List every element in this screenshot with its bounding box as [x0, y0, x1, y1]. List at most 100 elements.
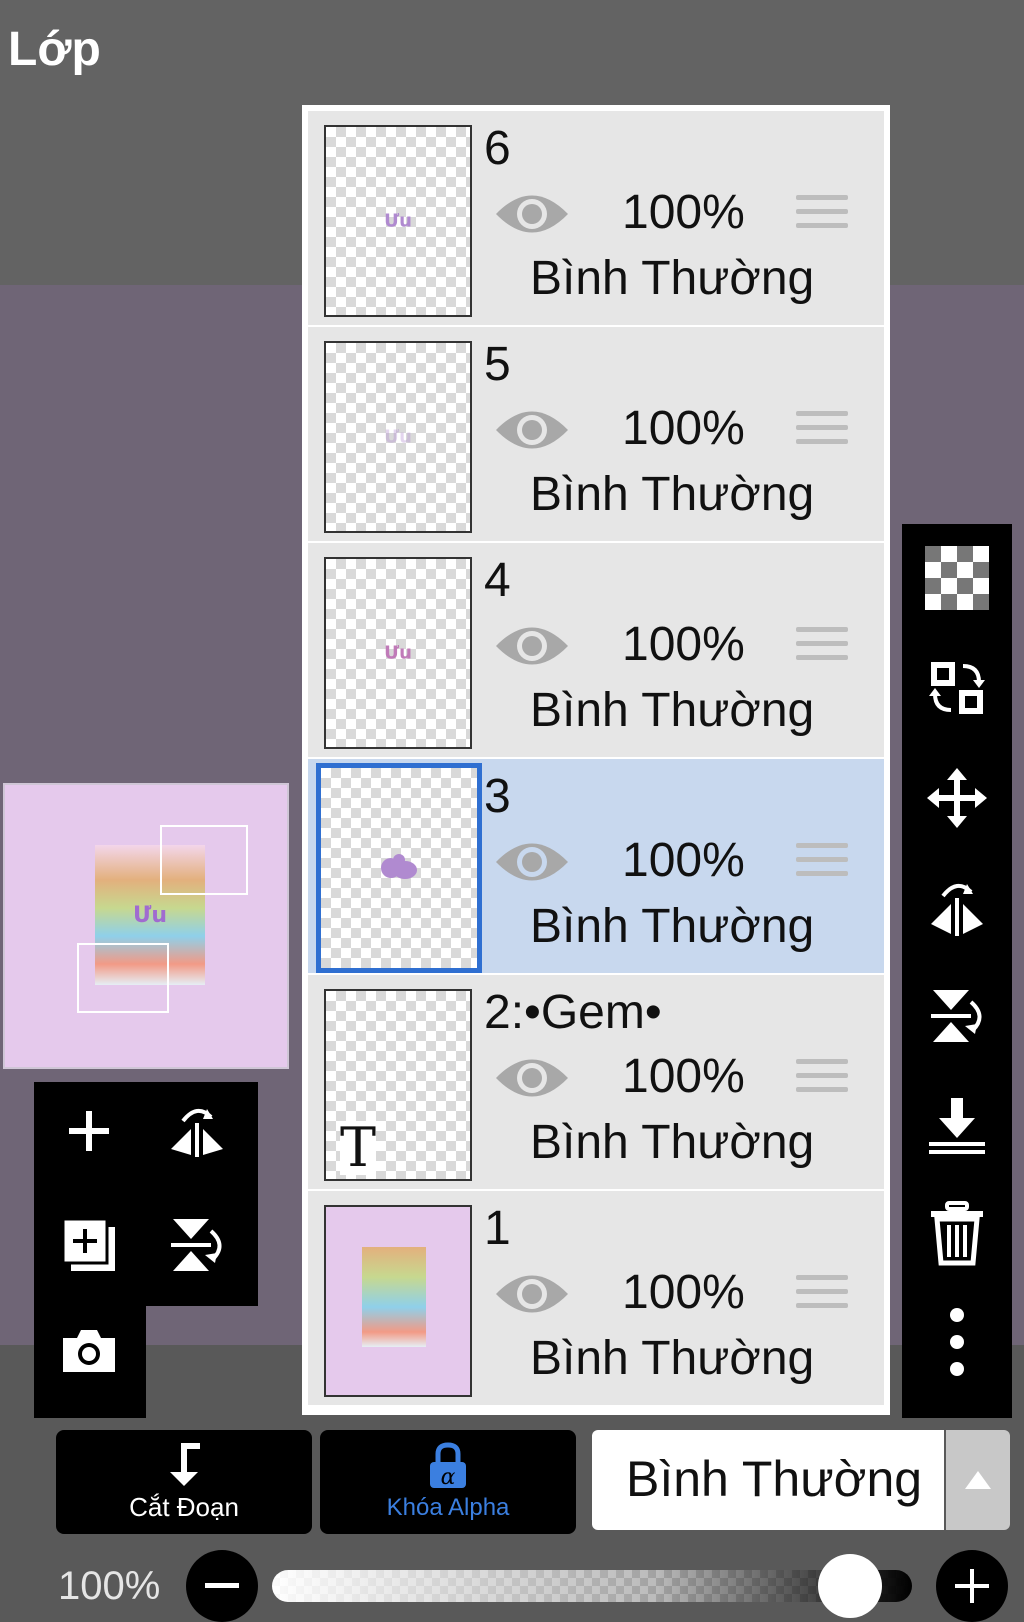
triangle-up-icon: [965, 1471, 991, 1489]
layer-blend-mode: Bình Thường: [530, 900, 815, 953]
layer-name: 6: [484, 122, 511, 175]
layer-opacity: 100%: [622, 618, 745, 671]
alpha-lock-button[interactable]: α Khóa Alpha: [320, 1430, 576, 1534]
layer-row[interactable]: T 2:•Gem• 100% Bình Thường: [308, 975, 884, 1191]
camera-icon: [63, 1330, 115, 1372]
layer-opacity: 100%: [622, 1050, 745, 1103]
left-toolbox: [34, 1082, 258, 1306]
plus-icon: [69, 1111, 109, 1151]
layer-name: 5: [484, 338, 511, 391]
svg-text:α: α: [441, 1465, 456, 1490]
layer-thumbnail: [324, 1205, 472, 1397]
move-icon: [927, 768, 987, 828]
transparency-icon: [925, 546, 989, 610]
drag-handle-icon[interactable]: [796, 411, 848, 453]
flip-vertical-icon: [931, 990, 982, 1042]
eye-icon[interactable]: [494, 405, 570, 455]
layer-row-selected[interactable]: 3 100% Bình Thường: [308, 759, 884, 975]
transparency-button[interactable]: [919, 540, 995, 616]
layer-opacity: 100%: [622, 186, 745, 239]
layer-blend-mode: Bình Thường: [530, 1332, 815, 1385]
eye-icon[interactable]: [494, 189, 570, 239]
clipping-button[interactable]: Cắt Đoạn: [56, 1430, 312, 1534]
thumbnail-sticker: Ưu: [384, 642, 412, 664]
opacity-decrease-button[interactable]: [186, 1550, 258, 1622]
layer-blend-mode: Bình Thường: [530, 1116, 815, 1169]
clipping-label: Cắt Đoạn: [129, 1491, 239, 1522]
layer-thumbnail: Ưu: [324, 341, 472, 533]
thumbnail-sticker: Ưu: [384, 210, 412, 232]
thumbnail-blob: [381, 854, 417, 879]
more-vertical-icon: [950, 1308, 964, 1376]
flip-horizontal-icon: [171, 1109, 223, 1157]
layer-blend-mode: Bình Thường: [530, 468, 815, 521]
opacity-increase-button[interactable]: [936, 1550, 1008, 1622]
plus-icon: [955, 1569, 989, 1603]
delete-layer-button[interactable]: [919, 1196, 995, 1272]
swap-layers-button[interactable]: [919, 650, 995, 726]
thumbnail-sticker: Ưu: [384, 426, 412, 448]
drag-handle-icon[interactable]: [796, 1275, 848, 1317]
layer-name: 2:•Gem•: [484, 986, 662, 1039]
layer-thumbnail: T: [324, 989, 472, 1181]
add-layer-button[interactable]: [54, 1096, 124, 1166]
layer-thumbnail: Ưu: [324, 125, 472, 317]
clip-arrow-icon: [170, 1442, 200, 1486]
layer-blend-mode: Bình Thường: [530, 684, 815, 737]
eye-icon[interactable]: [494, 837, 570, 887]
preview-frame: [160, 825, 248, 895]
layer-row[interactable]: 1 100% Bình Thường: [308, 1191, 884, 1407]
swap-layers-icon: [929, 662, 985, 714]
layer-thumbnail: [316, 763, 482, 973]
add-layer-copy-button[interactable]: [54, 1210, 124, 1280]
drag-handle-icon[interactable]: [796, 843, 848, 885]
flip-horizontal-icon: [931, 884, 983, 936]
opacity-label: 100%: [58, 1564, 161, 1608]
flip-vertical-right-button[interactable]: [919, 978, 995, 1054]
eye-icon[interactable]: [494, 1269, 570, 1319]
flip-horizontal-button[interactable]: [162, 1096, 232, 1166]
layer-row[interactable]: Ưu 6 100% Bình Thường: [308, 111, 884, 327]
minus-icon: [205, 1583, 239, 1588]
layer-name: 1: [484, 1202, 511, 1255]
trash-icon: [931, 1201, 983, 1266]
opacity-slider-handle[interactable]: [818, 1554, 882, 1618]
layer-opacity: 100%: [622, 1266, 745, 1319]
thumbnail-photo: [326, 1207, 470, 1395]
text-layer-icon: T: [340, 1116, 377, 1179]
flip-vertical-button[interactable]: [162, 1210, 232, 1280]
layer-row[interactable]: Ưu 5 100% Bình Thường: [308, 327, 884, 543]
drag-handle-icon[interactable]: [796, 1059, 848, 1101]
layer-opacity: 100%: [622, 402, 745, 455]
more-button[interactable]: [919, 1304, 995, 1380]
layer-thumbnail: Ưu: [324, 557, 472, 749]
preview-frame: [77, 943, 169, 1013]
blend-mode-value: Bình Thường: [626, 1451, 923, 1507]
layer-row[interactable]: Ưu 4 100% Bình Thường: [308, 543, 884, 759]
layers-list[interactable]: Ưu 6 100% Bình Thường Ưu 5 100% Bình Thư…: [302, 105, 890, 1415]
layer-opacity: 100%: [622, 834, 745, 887]
canvas-preview[interactable]: Ưu: [3, 783, 289, 1069]
left-toolbox-extension: [34, 1300, 146, 1418]
flip-vertical-icon: [171, 1219, 222, 1271]
add-layer-copy-icon: [61, 1217, 115, 1271]
alpha-lock-label: Khóa Alpha: [386, 1494, 510, 1521]
layer-name: 4: [484, 554, 511, 607]
layer-blend-mode: Bình Thường: [530, 252, 815, 305]
camera-button[interactable]: [54, 1316, 124, 1386]
eye-icon[interactable]: [494, 621, 570, 671]
right-toolbox: [902, 524, 1012, 1418]
lock-icon: α: [430, 1442, 466, 1490]
flip-horizontal-right-button[interactable]: [919, 868, 995, 944]
merge-down-button[interactable]: [919, 1088, 995, 1164]
eye-icon[interactable]: [494, 1053, 570, 1103]
opacity-slider[interactable]: [272, 1570, 912, 1602]
merge-down-icon: [929, 1098, 985, 1154]
panel-title: Lớp: [8, 23, 101, 76]
move-button[interactable]: [919, 760, 995, 836]
blend-mode-select[interactable]: Bình Thường: [592, 1430, 944, 1530]
drag-handle-icon[interactable]: [796, 627, 848, 669]
layer-name: 3: [484, 770, 511, 823]
drag-handle-icon[interactable]: [796, 195, 848, 237]
blend-mode-toggle[interactable]: [946, 1430, 1010, 1530]
